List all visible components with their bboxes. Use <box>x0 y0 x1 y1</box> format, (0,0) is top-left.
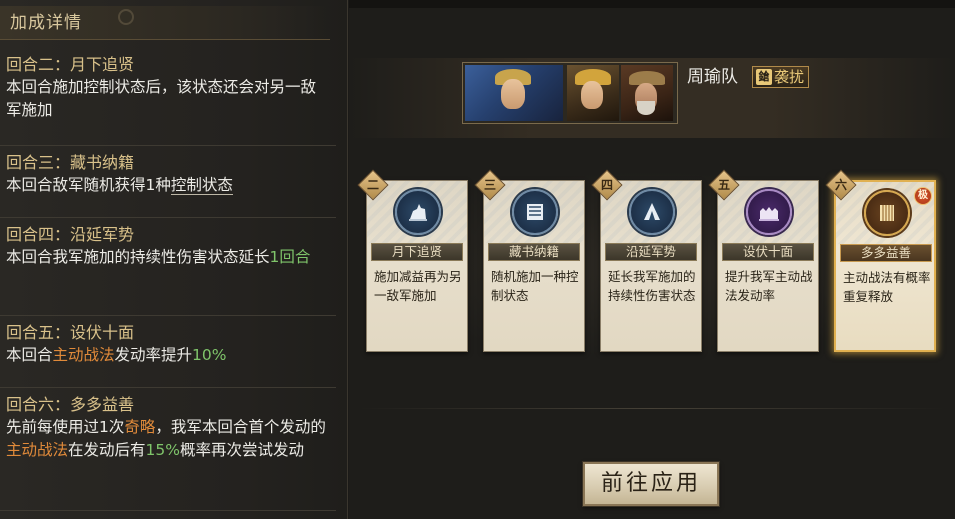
skill-card-round-3[interactable]: 藏书纳籍 随机施加一种控制状态 <box>483 180 585 352</box>
bonus-desc-text: ，我军本回合首个发动的 <box>155 418 326 436</box>
round-label: 五 <box>717 178 730 192</box>
card-desc: 主动战法有概率重复释放 <box>843 270 931 304</box>
active-skill-link[interactable]: 主动战法 <box>6 441 68 459</box>
bonus-item-round-2: 回合二：月下追贤 本回合施加控制状态后，该状态还会对另一敌军施加 <box>0 48 336 146</box>
bonus-desc-text: 先前每使用过1次 <box>6 418 125 436</box>
skill-card-round-2[interactable]: 月下追贤 施加减益再为另一敌军施加 <box>366 180 468 352</box>
bonus-desc-text: 本回合敌军随机获得1种 <box>6 176 171 194</box>
bonus-head: 回合六：多多益善 <box>6 395 135 414</box>
general-portrait[interactable] <box>567 65 619 121</box>
main-area: 周瑜队 鎗 袭扰 月下追贤 施加减益再为另一敌军施加 二 藏书纳籍 随机施加一种… <box>349 0 955 519</box>
bonus-desc: 本回合主动战法发动率提升10% <box>6 344 330 367</box>
divider <box>0 510 336 511</box>
top-strip <box>349 0 955 8</box>
bonus-item-round-6: 回合六：多多益善 先前每使用过1次奇略，我军本回合首个发动的主动战法在发动后有1… <box>0 388 336 512</box>
skill-card-round-4[interactable]: 沿延军势 延长我军施加的持续性伤害状态 <box>600 180 702 352</box>
bonus-desc: 本回合我军施加的持续性伤害状态延长1回合 <box>6 246 330 269</box>
face-icon <box>581 81 603 109</box>
divider <box>359 408 945 409</box>
weapon-icon: 鎗 <box>756 69 772 85</box>
bonus-head: 回合三：藏书纳籍 <box>6 153 135 172</box>
beard-icon <box>637 101 655 115</box>
tent-icon <box>629 189 675 235</box>
bamboo-scroll-icon <box>864 190 910 236</box>
card-desc: 延长我军施加的持续性伤害状态 <box>608 269 696 303</box>
round-label: 六 <box>834 178 847 192</box>
card-name: 月下追贤 <box>371 243 463 261</box>
bonus-value: 1回合 <box>269 248 311 266</box>
face-icon <box>501 79 525 109</box>
fortress-icon <box>746 189 792 235</box>
bonus-desc-text: 本回合我军施加的持续性伤害状态延长 <box>6 248 270 266</box>
bonus-head: 回合五：设伏十面 <box>6 323 135 342</box>
round-label: 三 <box>483 178 496 192</box>
bonus-value: 15% <box>145 441 180 459</box>
apply-button[interactable]: 前往应用 <box>583 462 719 506</box>
round-label: 四 <box>600 178 613 192</box>
bonus-list: 回合二：月下追贤 本回合施加控制状态后，该状态还会对另一敌军施加 回合三：藏书纳… <box>0 48 336 512</box>
general-portrait[interactable] <box>465 65 563 121</box>
bonus-head: 回合四：沿延军势 <box>6 225 135 244</box>
bonus-desc-text: 概率再次尝试发动 <box>179 441 304 459</box>
bonus-desc-text: 本回合施加控制状态后，该状态还会对另一敌军施加 <box>6 78 317 119</box>
bonus-desc-text: 发动率提升 <box>114 346 193 364</box>
scroll-icon <box>512 189 558 235</box>
general-portrait[interactable] <box>621 65 673 121</box>
card-name: 多多益善 <box>840 244 932 262</box>
card-name: 藏书纳籍 <box>488 243 580 261</box>
skill-card-round-5[interactable]: 设伏十面 提升我军主动战法发动率 <box>717 180 819 352</box>
card-desc: 提升我军主动战法发动率 <box>725 269 813 303</box>
legend-badge: 极 <box>914 187 932 205</box>
team-tag-label: 袭扰 <box>774 68 805 86</box>
bonus-desc: 本回合敌军随机获得1种控制状态 <box>6 174 330 197</box>
team-tag: 鎗 袭扰 <box>752 66 810 88</box>
strategy-link[interactable]: 奇略 <box>124 418 155 436</box>
card-desc: 施加减益再为另一敌军施加 <box>374 269 462 303</box>
round-label: 二 <box>366 178 379 192</box>
card-name: 设伏十面 <box>722 243 814 261</box>
bonus-detail-panel: 加成详情 回合二：月下追贤 本回合施加控制状态后，该状态还会对另一敌军施加 回合… <box>0 0 348 519</box>
card-desc: 随机施加一种控制状态 <box>491 269 579 303</box>
horse-rider-icon <box>395 189 441 235</box>
team-portraits[interactable] <box>462 62 678 124</box>
bonus-item-round-3: 回合三：藏书纳籍 本回合敌军随机获得1种控制状态 <box>0 146 336 218</box>
active-skill-link[interactable]: 主动战法 <box>53 346 115 364</box>
bonus-desc: 本回合施加控制状态后，该状态还会对另一敌军施加 <box>6 76 330 122</box>
bonus-desc-text: 本回合 <box>6 346 53 364</box>
team-name: 周瑜队 <box>687 67 738 87</box>
card-name: 沿延军势 <box>605 243 697 261</box>
title-ornament-icon <box>118 9 134 25</box>
bonus-item-round-4: 回合四：沿延军势 本回合我军施加的持续性伤害状态延长1回合 <box>0 218 336 316</box>
bonus-head: 回合二：月下追贤 <box>6 55 135 74</box>
bonus-item-round-5: 回合五：设伏十面 本回合主动战法发动率提升10% <box>0 316 336 388</box>
control-state-link[interactable]: 控制状态 <box>170 176 233 195</box>
bonus-desc-text: 在发动后有 <box>68 441 146 459</box>
bonus-value: 10% <box>192 346 227 364</box>
panel-title: 加成详情 <box>0 6 330 40</box>
bonus-desc: 先前每使用过1次奇略，我军本回合首个发动的主动战法在发动后有15%概率再次尝试发… <box>6 416 330 462</box>
skill-card-round-6[interactable]: 极 多多益善 主动战法有概率重复释放 <box>834 180 936 352</box>
